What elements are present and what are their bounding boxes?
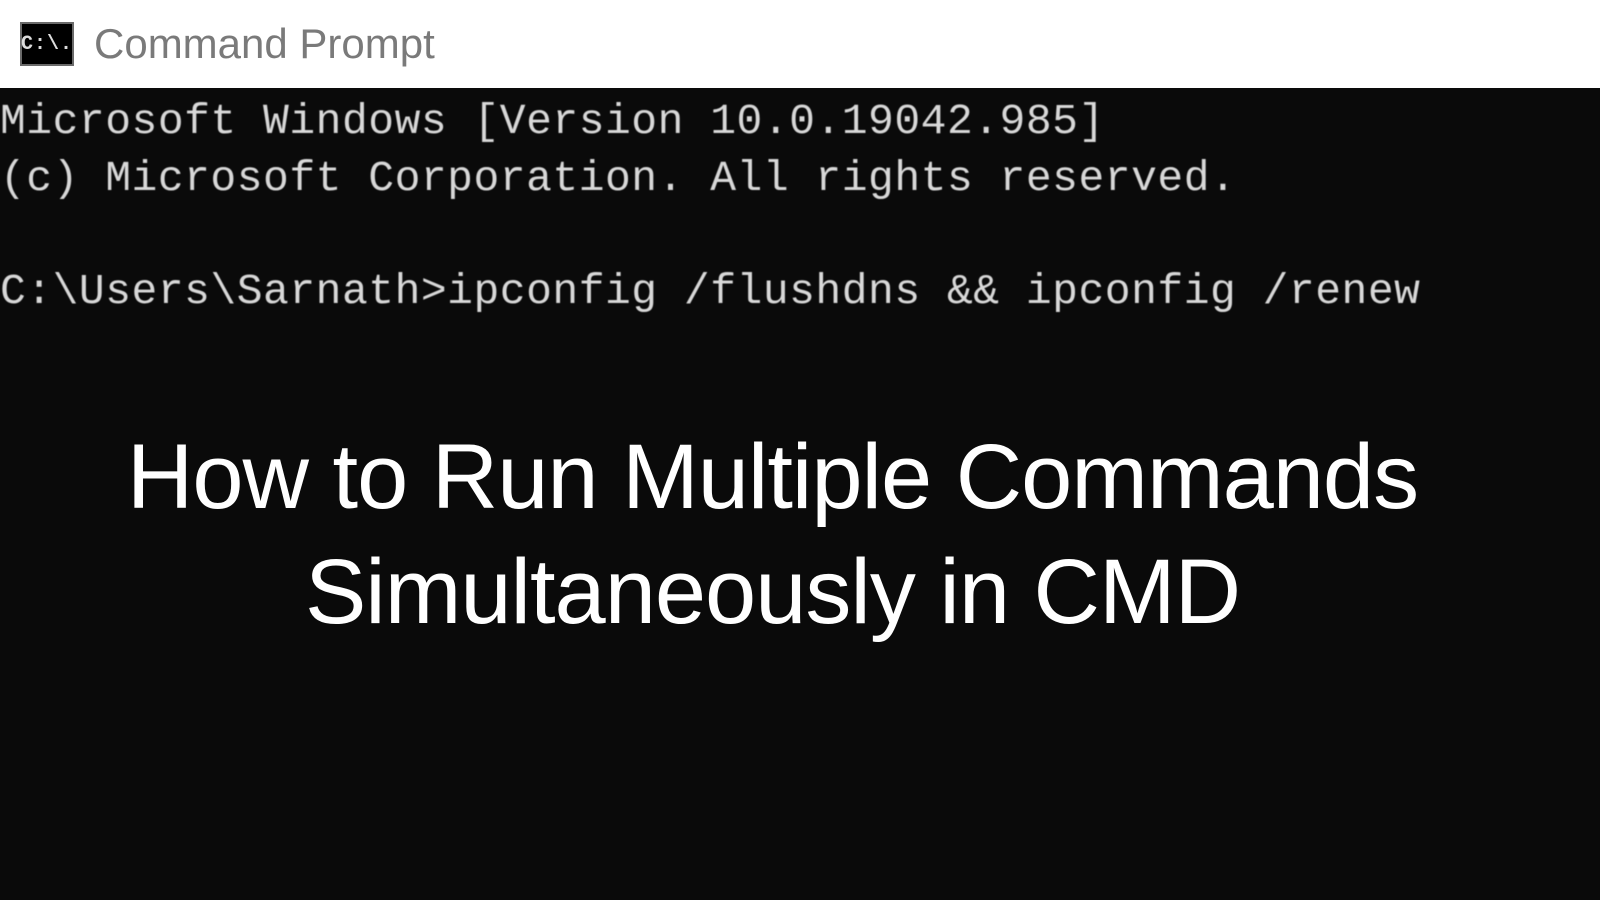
terminal-blank-line <box>0 208 1600 264</box>
window-title-bar: C:\. Command Prompt <box>0 0 1600 88</box>
terminal-version-line: Microsoft Windows [Version 10.0.19042.98… <box>0 94 1600 151</box>
terminal-command: ipconfig /flushdns && ipconfig /renew <box>447 267 1420 316</box>
article-heading: How to Run Multiple Commands Simultaneou… <box>0 420 1545 650</box>
window-title: Command Prompt <box>94 20 435 68</box>
terminal-copyright-line: (c) Microsoft Corporation. All rights re… <box>0 151 1600 208</box>
terminal-prompt: C:\Users\Sarnath> <box>0 267 447 316</box>
cmd-icon: C:\. <box>20 22 74 66</box>
terminal-prompt-line: C:\Users\Sarnath>ipconfig /flushdns && i… <box>0 264 1600 321</box>
cmd-icon-label: C:\. <box>21 33 73 56</box>
terminal-output[interactable]: Microsoft Windows [Version 10.0.19042.98… <box>0 88 1600 320</box>
